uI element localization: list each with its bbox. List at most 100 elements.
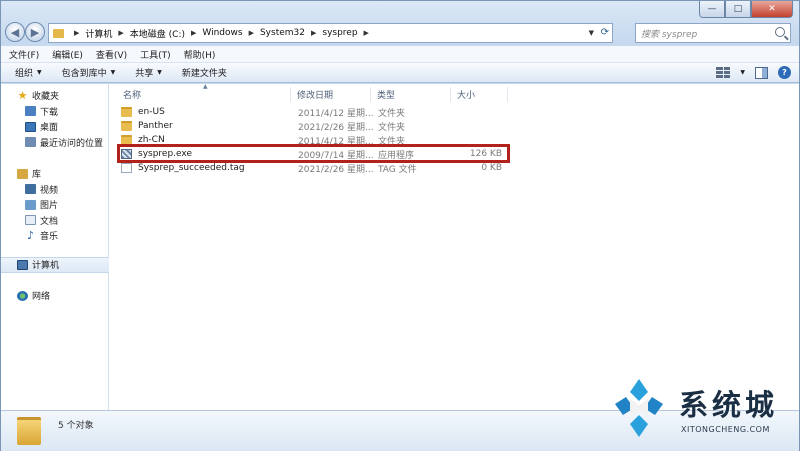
recent-places-icon bbox=[25, 137, 36, 148]
address-bar[interactable]: ▶ 计算机 ▶ 本地磁盘 (C:) ▶ Windows ▶ System32 ▶… bbox=[48, 23, 613, 43]
arrow-left-icon: ◀ bbox=[10, 25, 20, 39]
preview-pane-icon[interactable] bbox=[755, 66, 768, 79]
sidebar-item-network[interactable]: 网络 bbox=[1, 288, 109, 304]
refresh-icon[interactable]: ⟳ bbox=[601, 27, 609, 38]
sidebar-item-recent[interactable]: 最近访问的位置 bbox=[1, 135, 109, 151]
file-row-panther[interactable]: Panther 2021/2/26 星期... 文件夹 bbox=[121, 119, 508, 133]
network-group: 网络 bbox=[1, 288, 109, 304]
chevron-down-icon[interactable]: ▼ bbox=[740, 69, 745, 76]
address-dropdown-icon[interactable]: ▼ bbox=[589, 29, 594, 37]
sidebar-item-desktop[interactable]: 桌面 bbox=[1, 119, 109, 135]
column-header-name[interactable]: 名称 bbox=[117, 87, 291, 102]
sidebar-item-music[interactable]: ♪ 音乐 bbox=[1, 228, 109, 244]
explorer-window: — □ ✕ ◀ ▶ ▶ 计算机 ▶ 本地磁盘 (C:) ▶ Windows ▶ … bbox=[0, 0, 800, 451]
desktop-icon bbox=[25, 121, 36, 132]
chevron-right-icon[interactable]: ▶ bbox=[118, 29, 123, 37]
file-row-en-us[interactable]: en-US 2011/4/12 星期... 文件夹 bbox=[121, 105, 508, 119]
breadcrumb-windows[interactable]: Windows bbox=[202, 28, 242, 38]
search-icon bbox=[775, 27, 785, 37]
sidebar-label: 视频 bbox=[40, 185, 59, 196]
menu-file[interactable]: 文件(F) bbox=[9, 48, 39, 61]
network-icon bbox=[17, 290, 28, 301]
folder-icon bbox=[53, 28, 64, 38]
chevron-down-icon: ▼ bbox=[37, 69, 42, 76]
watermark-url: XITONGCHENG.COM bbox=[681, 425, 770, 434]
item-count: 5 个对象 bbox=[58, 421, 94, 431]
file-date: 2021/2/26 星期... bbox=[298, 164, 374, 175]
document-icon bbox=[25, 215, 36, 226]
chevron-right-icon[interactable]: ▶ bbox=[311, 29, 316, 37]
file-row-sysprep-succeeded[interactable]: Sysprep_succeeded.tag 2021/2/26 星期... TA… bbox=[121, 161, 508, 175]
menu-help[interactable]: 帮助(H) bbox=[184, 48, 216, 61]
minimize-button[interactable]: — bbox=[699, 1, 725, 18]
maximize-button[interactable]: □ bbox=[725, 1, 751, 18]
file-type: TAG 文件 bbox=[378, 164, 417, 175]
menu-bar: 文件(F) 编辑(E) 查看(V) 工具(T) 帮助(H) bbox=[1, 46, 799, 63]
column-header-type[interactable]: 类型 bbox=[371, 87, 451, 102]
chevron-down-icon: ▼ bbox=[110, 69, 116, 76]
watermark-title: 系统城 bbox=[679, 388, 779, 422]
sidebar-label: 计算机 bbox=[32, 261, 60, 272]
chevron-right-icon[interactable]: ▶ bbox=[364, 29, 369, 37]
forward-button[interactable]: ▶ bbox=[25, 22, 45, 42]
back-button[interactable]: ◀ bbox=[5, 22, 25, 42]
sidebar-item-downloads[interactable]: 下载 bbox=[1, 104, 109, 120]
sidebar-item-documents[interactable]: 文档 bbox=[1, 213, 109, 229]
column-header-size[interactable]: 大小 bbox=[451, 87, 508, 102]
computer-group: 计算机 bbox=[1, 257, 109, 273]
organize-button[interactable]: 组织 ▼ bbox=[15, 66, 42, 79]
menu-view[interactable]: 查看(V) bbox=[96, 48, 127, 61]
close-button[interactable]: ✕ bbox=[751, 1, 793, 18]
video-icon bbox=[25, 184, 36, 195]
file-date: 2011/4/12 星期... bbox=[298, 108, 374, 119]
search-input[interactable]: 搜索 sysprep bbox=[635, 23, 791, 43]
folder-icon bbox=[121, 121, 132, 131]
file-name: Panther bbox=[138, 121, 173, 131]
breadcrumb: ▶ 计算机 ▶ 本地磁盘 (C:) ▶ Windows ▶ System32 ▶… bbox=[68, 27, 375, 40]
view-options-icon[interactable] bbox=[716, 67, 731, 78]
sidebar-item-pictures[interactable]: 图片 bbox=[1, 197, 109, 213]
breadcrumb-local-disk[interactable]: 本地磁盘 (C:) bbox=[130, 27, 185, 40]
sidebar-item-computer[interactable]: 计算机 bbox=[1, 257, 109, 273]
breadcrumb-system32[interactable]: System32 bbox=[260, 28, 305, 38]
caption-buttons: — □ ✕ bbox=[699, 1, 793, 19]
sidebar-label: 桌面 bbox=[40, 123, 59, 134]
include-library-button[interactable]: 包含到库中 ▼ bbox=[62, 66, 116, 79]
column-header-date[interactable]: 修改日期 bbox=[291, 87, 371, 102]
star-icon: ★ bbox=[17, 88, 28, 102]
libraries-group: 库 视频 图片 文档 ♪ 音乐 bbox=[1, 166, 109, 244]
sidebar-label: 最近访问的位置 bbox=[40, 138, 104, 149]
sidebar-label: 收藏夹 bbox=[32, 92, 60, 103]
new-folder-button[interactable]: 新建文件夹 bbox=[182, 66, 227, 79]
breadcrumb-sysprep[interactable]: sysprep bbox=[322, 28, 357, 38]
sidebar-item-videos[interactable]: 视频 bbox=[1, 182, 109, 198]
sidebar-item-favorites[interactable]: ★ 收藏夹 bbox=[1, 88, 109, 104]
navigation-row: ◀ ▶ ▶ 计算机 ▶ 本地磁盘 (C:) ▶ Windows ▶ System… bbox=[1, 21, 800, 45]
folder-icon bbox=[17, 417, 41, 445]
navigation-pane: ★ 收藏夹 下载 桌面 最近访问的位置 库 视频 图片 文档 ♪ 音乐 计算机 … bbox=[1, 84, 109, 410]
favorites-group: ★ 收藏夹 下载 桌面 最近访问的位置 bbox=[1, 88, 109, 150]
content-area: ★ 收藏夹 下载 桌面 最近访问的位置 库 视频 图片 文档 ♪ 音乐 计算机 … bbox=[1, 83, 799, 410]
watermark: 系统城 XITONGCHENG.COM bbox=[608, 377, 798, 439]
folder-icon bbox=[121, 107, 132, 117]
chevron-right-icon[interactable]: ▶ bbox=[249, 29, 254, 37]
menu-tools[interactable]: 工具(T) bbox=[140, 48, 171, 61]
file-type: 文件夹 bbox=[378, 108, 406, 119]
xitongcheng-logo-icon bbox=[615, 379, 663, 437]
share-label: 共享 bbox=[135, 69, 154, 79]
chevron-down-icon: ▼ bbox=[157, 69, 162, 76]
download-icon bbox=[25, 106, 36, 117]
chevron-right-icon[interactable]: ▶ bbox=[191, 29, 196, 37]
computer-icon bbox=[17, 259, 28, 270]
file-type: 文件夹 bbox=[378, 122, 406, 133]
file-size: 0 KB bbox=[481, 163, 502, 173]
share-button[interactable]: 共享 ▼ bbox=[135, 66, 162, 79]
sidebar-label: 网络 bbox=[32, 292, 51, 303]
search-placeholder: 搜索 sysprep bbox=[641, 29, 698, 40]
breadcrumb-computer[interactable]: 计算机 bbox=[85, 27, 112, 40]
file-name: en-US bbox=[138, 107, 165, 117]
menu-edit[interactable]: 编辑(E) bbox=[52, 48, 83, 61]
sidebar-label: 图片 bbox=[40, 201, 59, 212]
sidebar-item-libraries[interactable]: 库 bbox=[1, 166, 109, 182]
help-icon[interactable]: ? bbox=[778, 66, 791, 79]
